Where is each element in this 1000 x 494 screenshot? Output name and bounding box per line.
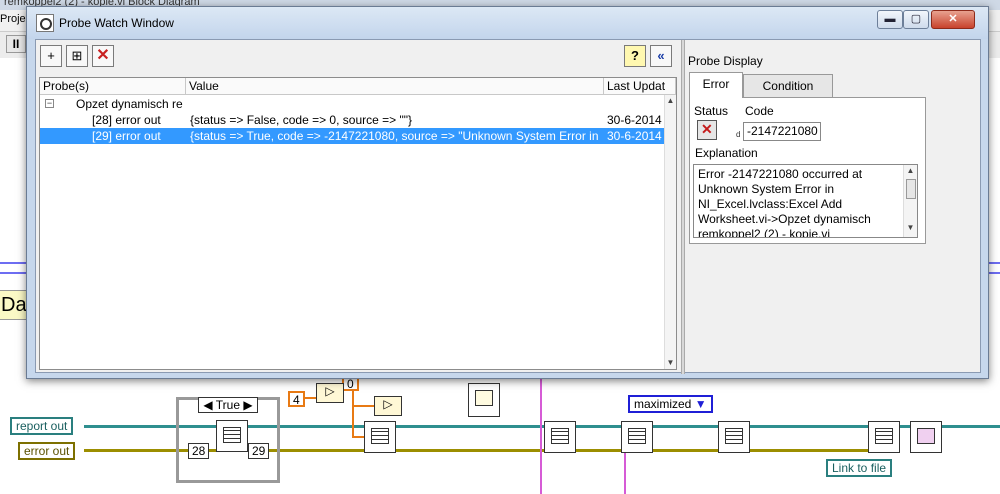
collapse-display-button[interactable]: « xyxy=(650,45,672,67)
status-label: Status xyxy=(694,104,729,118)
probe-28-badge[interactable]: 28 xyxy=(188,443,210,459)
collapse-group-icon[interactable]: − xyxy=(45,99,54,108)
list-header: Probe(s) Value Last Updat xyxy=(40,78,676,95)
close-button[interactable]: ✕ xyxy=(931,10,975,29)
probe-toolbar: + ⊞ ✕ ? « xyxy=(36,40,680,74)
column-header-probes[interactable]: Probe(s) xyxy=(40,78,186,95)
excel-get-worksheet-node[interactable] xyxy=(216,420,248,452)
minimize-button[interactable]: ▬ xyxy=(877,10,903,29)
restore-button[interactable]: ▢ xyxy=(903,10,929,29)
case-next-icon[interactable]: ▶ xyxy=(243,398,252,412)
probe-row[interactable]: [28] error out {status => False, code =>… xyxy=(40,112,664,128)
error-tab-page: Status Code d -2147221080 Explanation Er… xyxy=(689,97,926,244)
probe-display-panel: Probe Display Error Condition Status Cod… xyxy=(686,40,980,374)
watch-probe-icon: ⊞ xyxy=(71,48,83,63)
error-out-indicator[interactable]: error out xyxy=(18,442,76,460)
code-label: Code xyxy=(745,104,774,118)
maximized-label: maximized xyxy=(634,397,692,411)
pause-button[interactable]: II xyxy=(6,35,26,53)
help-icon: ? xyxy=(631,48,639,63)
scroll-up-icon[interactable]: ▲ xyxy=(665,95,676,107)
scroll-up-icon[interactable]: ▲ xyxy=(904,166,917,175)
window-titlebar[interactable]: Probe Watch Window ▬ ▢ ✕ xyxy=(27,7,988,39)
group-label: Opzet dynamisch re xyxy=(76,97,183,111)
probe-last-updated: 30-6-2014 1 xyxy=(607,129,664,143)
reference-wire[interactable] xyxy=(540,378,542,494)
probe-value: {status => False, code => 0, source => "… xyxy=(190,113,412,127)
greater-than-node[interactable]: ▷ xyxy=(316,383,344,403)
explanation-scrollbar[interactable]: ▲ ▼ xyxy=(903,165,917,237)
dropdown-arrow-icon: ▼ xyxy=(694,397,707,411)
maximized-enum-constant[interactable]: maximized ▼ xyxy=(628,395,713,413)
delete-probe-button[interactable]: ✕ xyxy=(92,45,114,67)
probe-last-updated: 30-6-2014 1 xyxy=(607,113,664,127)
excel-node[interactable] xyxy=(544,421,576,453)
explanation-box[interactable]: Error -2147221080 occurred at Unknown Sy… xyxy=(693,164,918,238)
excel-node[interactable] xyxy=(621,421,653,453)
column-header-value[interactable]: Value xyxy=(186,78,604,95)
probe-name: [29] error out xyxy=(92,129,161,143)
tab-error[interactable]: Error xyxy=(689,72,743,98)
case-selector[interactable]: ◀ True ▶ xyxy=(198,397,258,413)
column-header-last-updated[interactable]: Last Updat xyxy=(604,78,676,95)
probe-row-selected[interactable]: [29] error out {status => True, code => … xyxy=(40,128,664,144)
probe-display-title: Probe Display xyxy=(688,54,763,68)
excel-window-state-node[interactable] xyxy=(718,421,750,453)
bd-menu-project[interactable]: Proje xyxy=(0,13,26,25)
case-selector-label: True xyxy=(215,398,240,412)
radix-indicator[interactable]: d xyxy=(736,130,740,139)
help-button[interactable]: ? xyxy=(624,45,646,67)
explanation-text: Error -2147221080 occurred at Unknown Sy… xyxy=(698,167,871,238)
numeric-constant-4[interactable]: 4 xyxy=(288,391,305,407)
probe-list[interactable]: Probe(s) Value Last Updat − Opzet dynami… xyxy=(39,77,677,370)
window-title: Probe Watch Window xyxy=(59,16,174,30)
watch-probe-button[interactable]: ⊞ xyxy=(66,45,88,67)
tab-condition[interactable]: Condition xyxy=(743,74,833,98)
probe-29-badge[interactable]: 29 xyxy=(248,443,270,459)
scroll-down-icon[interactable]: ▼ xyxy=(904,223,917,232)
collapse-icon: « xyxy=(657,48,665,63)
increment-node[interactable]: ▷ xyxy=(374,396,402,416)
report-out-indicator[interactable]: report out xyxy=(10,417,74,435)
probe-value: {status => True, code => -2147221080, so… xyxy=(190,129,602,143)
list-scrollbar[interactable]: ▲ ▼ xyxy=(664,95,676,369)
status-error-icon xyxy=(697,120,717,140)
excel-add-worksheet-node[interactable] xyxy=(364,421,396,453)
panel-splitter[interactable] xyxy=(681,40,685,374)
probe-name: [28] error out xyxy=(92,113,161,127)
add-probe-button[interactable]: + xyxy=(40,45,62,67)
add-probe-icon: + xyxy=(47,48,55,63)
probe-group-row[interactable]: − Opzet dynamisch re xyxy=(40,96,664,112)
save-file-node[interactable] xyxy=(868,421,900,453)
format-node[interactable] xyxy=(468,383,500,417)
report-out-label: report out xyxy=(16,419,68,433)
probe-watch-window: Probe Watch Window ▬ ▢ ✕ + ⊞ ✕ ? « Probe xyxy=(26,6,989,379)
scroll-down-icon[interactable]: ▼ xyxy=(665,357,676,369)
code-value: -2147221080 xyxy=(743,122,821,141)
explanation-label: Explanation xyxy=(695,146,758,160)
probe-app-icon xyxy=(36,14,54,32)
case-prev-icon[interactable]: ◀ xyxy=(203,398,212,412)
delete-icon: ✕ xyxy=(96,47,110,64)
link-to-file-label: Link to file xyxy=(832,461,887,475)
scroll-thumb[interactable] xyxy=(906,179,916,199)
numeric-wire[interactable] xyxy=(352,405,374,407)
link-to-file-indicator[interactable]: Link to file xyxy=(826,459,893,477)
eraser-node[interactable] xyxy=(910,421,942,453)
probe-window-body: + ⊞ ✕ ? « Probe(s) Value Last Updat − Op… xyxy=(35,39,981,374)
error-out-label: error out xyxy=(24,444,70,458)
